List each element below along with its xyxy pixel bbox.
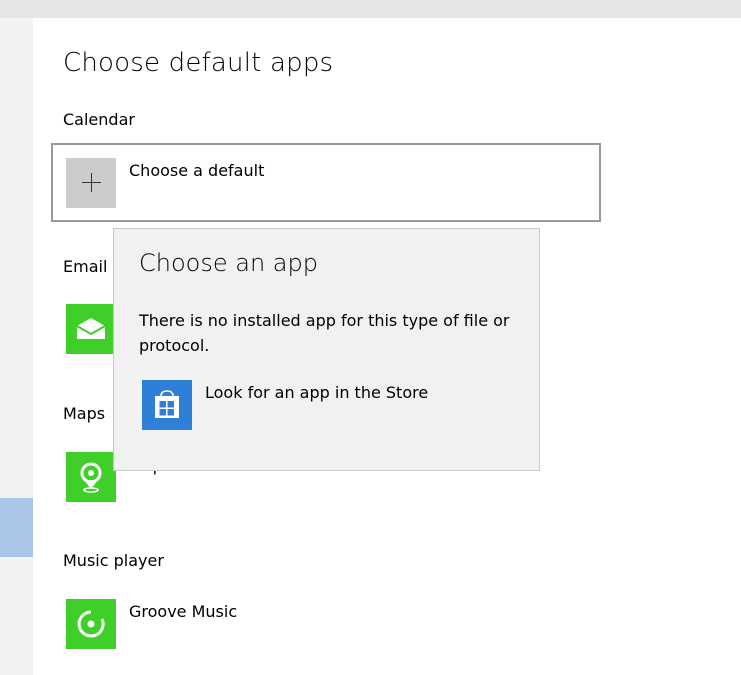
page-title: Choose default apps xyxy=(63,48,334,78)
section-label-music: Music player xyxy=(63,551,164,570)
choose-default-label: Choose a default xyxy=(129,161,265,180)
navigation-pane xyxy=(0,18,33,675)
nav-selected-item[interactable] xyxy=(0,498,33,557)
flyout-title: Choose an app xyxy=(139,249,318,277)
store-link[interactable]: Look for an app in the Store xyxy=(205,383,428,402)
plus-icon xyxy=(66,158,116,208)
maps-pin-icon[interactable] xyxy=(66,452,116,502)
store-bag-icon[interactable] xyxy=(142,380,192,430)
mail-icon[interactable] xyxy=(66,304,116,354)
section-label-email: Email xyxy=(63,257,108,276)
flyout-message: There is no installed app for this type … xyxy=(139,311,510,355)
section-label-calendar: Calendar xyxy=(63,110,135,129)
title-bar xyxy=(0,0,741,18)
choose-default-button[interactable]: Choose a default xyxy=(51,143,601,222)
section-label-maps: Maps xyxy=(63,404,106,423)
choose-an-app-flyout: Choose an app There is no installed app … xyxy=(113,228,540,471)
app-name-groove-music[interactable]: Groove Music xyxy=(129,602,237,621)
groove-music-icon[interactable] xyxy=(66,599,116,649)
